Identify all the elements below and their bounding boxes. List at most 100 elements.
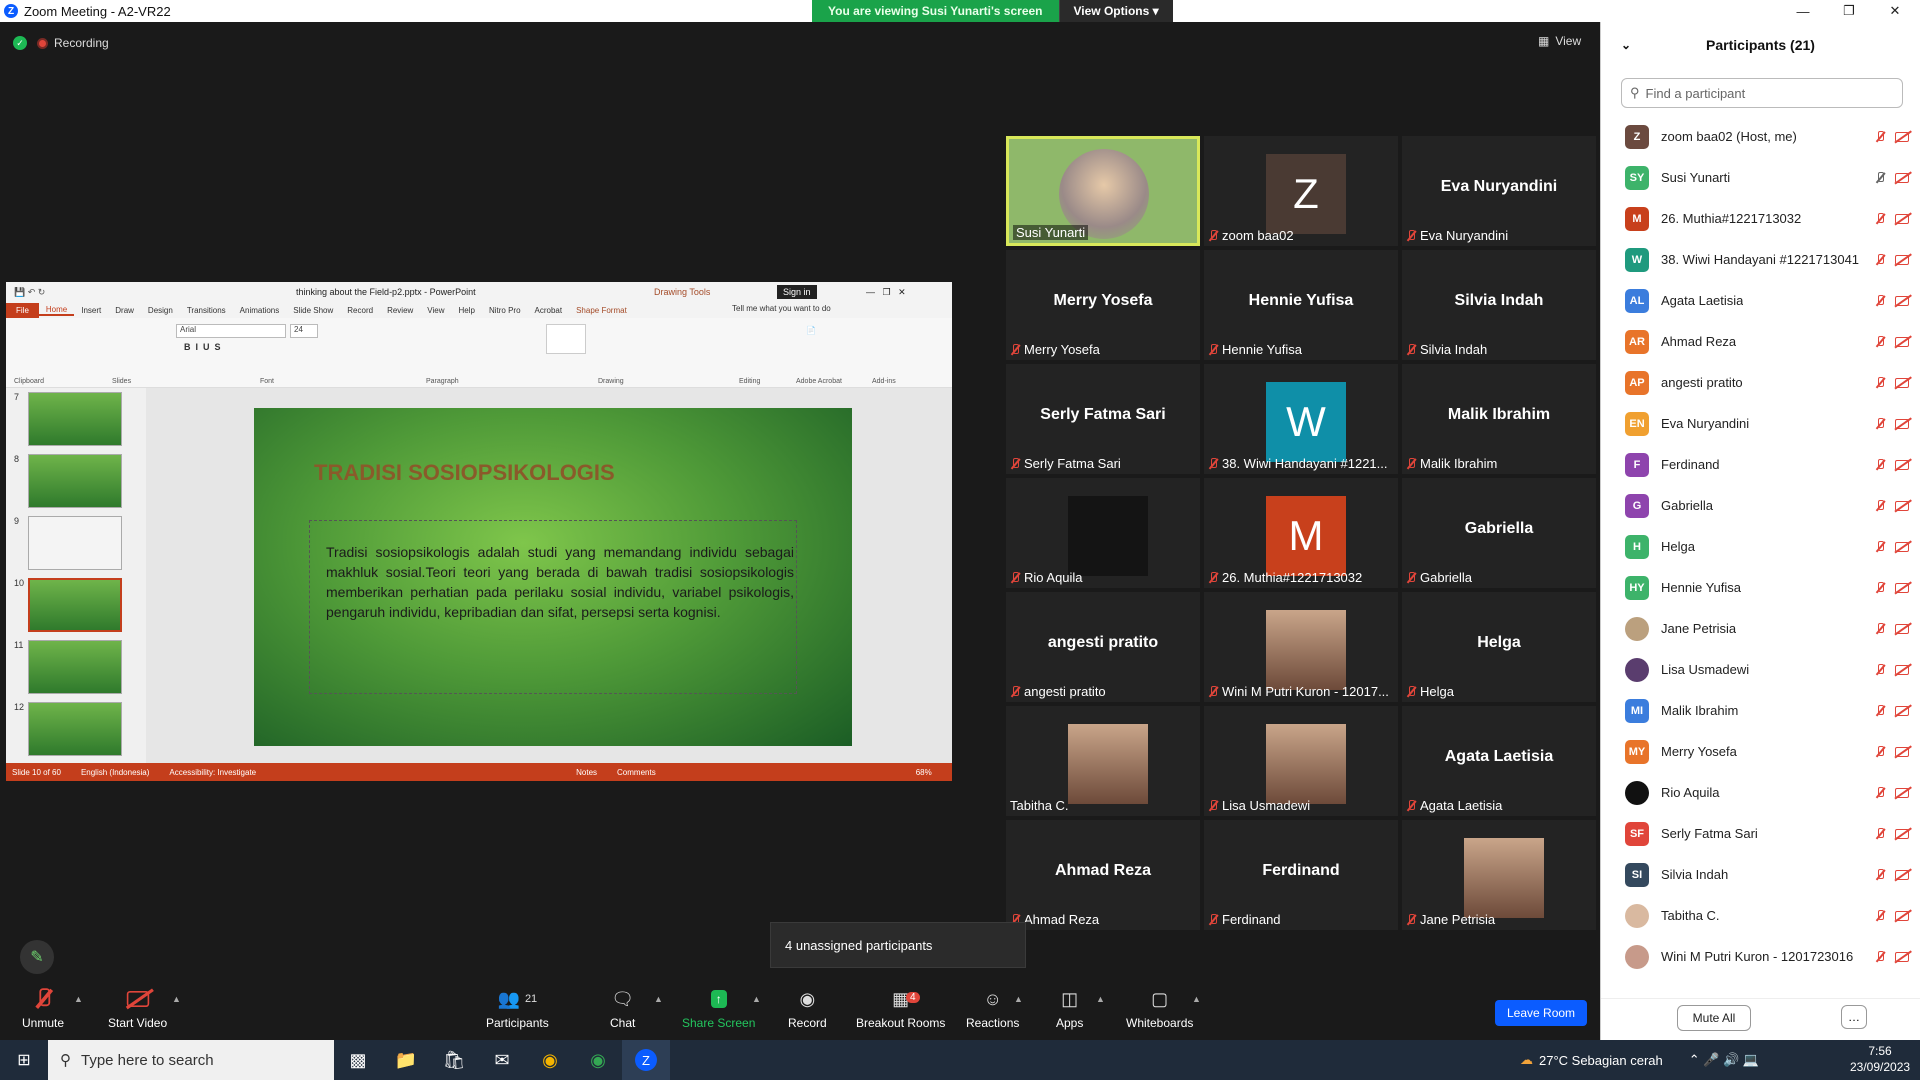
participant-video-tile[interactable]: Jane Petrisia — [1402, 820, 1596, 930]
participant-status-icons — [1875, 499, 1909, 512]
weather-widget[interactable]: ☁ 27°C Sebagian cerah ⌃ 🎤 🔊 💻 — [1520, 1040, 1759, 1080]
participant-row[interactable]: SF Serly Fatma Sari — [1601, 813, 1920, 854]
participant-row[interactable]: G Gabriella — [1601, 485, 1920, 526]
mute-all-button[interactable]: Mute All — [1677, 1005, 1751, 1031]
chevron-up-icon[interactable]: ▲ — [1096, 994, 1105, 1004]
chat-button[interactable]: 🗨 Chat — [610, 986, 635, 1031]
participant-row[interactable]: SY Susi Yunarti — [1601, 157, 1920, 198]
participant-video-tile[interactable]: Hennie Yufisa Hennie Yufisa — [1204, 250, 1398, 360]
unmute-button[interactable]: Unmute — [22, 986, 64, 1030]
font-size-box: 24 — [290, 324, 318, 338]
recording-dot-icon — [37, 37, 48, 49]
more-options-button[interactable]: … — [1841, 1005, 1867, 1029]
participant-video-tile[interactable]: Ahmad Reza Ahmad Reza — [1006, 820, 1200, 930]
participant-row[interactable]: HY Hennie Yufisa — [1601, 567, 1920, 608]
participant-video-tile[interactable]: W 38. Wiwi Handayani #1221... — [1204, 364, 1398, 474]
participant-video-tile[interactable]: angesti pratito angesti pratito — [1006, 592, 1200, 702]
participant-video-tile[interactable]: Silvia Indah Silvia Indah — [1402, 250, 1596, 360]
microphone-muted-icon — [1208, 343, 1218, 356]
minimize-icon[interactable]: — — [1780, 0, 1826, 22]
participant-row[interactable]: MI Malik Ibrahim — [1601, 690, 1920, 731]
shared-screen[interactable]: 💾 ↶ ↻ thinking about the Field-p2.pptx -… — [6, 282, 952, 781]
microphone-muted-icon — [1208, 799, 1218, 812]
participant-video-tile[interactable]: Gabriella Gabriella — [1402, 478, 1596, 588]
tile-name-label: Jane Petrisia — [1420, 912, 1496, 927]
smiley-icon: ☺ — [983, 988, 1002, 1009]
close-icon[interactable]: ✕ — [1872, 0, 1918, 22]
participant-row[interactable]: W 38. Wiwi Handayani #1221713041 — [1601, 239, 1920, 280]
participant-row[interactable]: MY Merry Yosefa — [1601, 731, 1920, 772]
participant-video-tile[interactable]: Rio Aquila — [1006, 478, 1200, 588]
windows-start-icon[interactable]: ⊞ — [0, 1040, 48, 1080]
participant-video-tile[interactable]: Eva Nuryandini Eva Nuryandini — [1402, 136, 1596, 246]
file-explorer-icon[interactable]: 📁 — [382, 1040, 430, 1080]
participant-row[interactable]: Jane Petrisia — [1601, 608, 1920, 649]
participant-row[interactable]: F Ferdinand — [1601, 444, 1920, 485]
participant-video-tile[interactable]: Ferdinand Ferdinand — [1204, 820, 1398, 930]
camera-off-icon — [1895, 951, 1909, 962]
store-icon[interactable]: 🛍 — [430, 1040, 478, 1080]
whiteboards-button[interactable]: ▢ Whiteboards — [1126, 986, 1193, 1031]
view-button[interactable]: ▦ View — [1538, 34, 1581, 48]
taskbar-search-input[interactable]: ⚲ Type here to search — [48, 1040, 334, 1080]
start-video-button[interactable]: Start Video — [108, 986, 167, 1030]
mail-icon[interactable]: ✉ — [478, 1040, 526, 1080]
participant-row[interactable]: SI Silvia Indah — [1601, 854, 1920, 895]
participant-row[interactable]: Wini M Putri Kuron - 1201723016 — [1601, 936, 1920, 977]
microphone-muted-icon — [1208, 229, 1218, 242]
participant-video-tile[interactable]: Agata Laetisia Agata Laetisia — [1402, 706, 1596, 816]
participant-row[interactable]: AL Agata Laetisia — [1601, 280, 1920, 321]
participant-video-tile[interactable]: Malik Ibrahim Malik Ibrahim — [1402, 364, 1596, 474]
participant-row[interactable]: Lisa Usmadewi — [1601, 649, 1920, 690]
participant-row[interactable]: EN Eva Nuryandini — [1601, 403, 1920, 444]
zoom-app-icon[interactable]: Z — [622, 1040, 670, 1080]
group-label: Add-ins — [872, 378, 896, 385]
participant-row[interactable]: Tabitha C. — [1601, 895, 1920, 936]
chevron-up-icon[interactable]: ▲ — [752, 994, 761, 1004]
participant-video-tile[interactable]: Merry Yosefa Merry Yosefa — [1006, 250, 1200, 360]
participant-row[interactable]: Rio Aquila — [1601, 772, 1920, 813]
reactions-button[interactable]: ☺ Reactions — [966, 986, 1019, 1031]
share-screen-button[interactable]: ↑ Share Screen — [682, 986, 755, 1030]
participant-video-tile[interactable]: Susi Yunarti — [1006, 136, 1200, 246]
annotate-pencil-icon[interactable]: ✎ — [20, 940, 54, 974]
ppt-workspace: 7 8 9 10 11 12 TRADISI SOSIOPSIKOLOGIS Tradis… — [6, 388, 952, 763]
maximize-icon[interactable]: ❐ — [1826, 0, 1872, 22]
shield-icon[interactable]: ✓ — [13, 36, 27, 50]
chevron-up-icon[interactable]: ▲ — [1192, 994, 1201, 1004]
participant-row[interactable]: H Helga — [1601, 526, 1920, 567]
participant-row[interactable]: M 26. Muthia#1221713032 — [1601, 198, 1920, 239]
participants-button[interactable]: 👥 21 Participants — [486, 986, 549, 1031]
unassigned-participants-popup[interactable]: 4 unassigned participants — [770, 922, 1026, 968]
participant-video-tile[interactable]: Lisa Usmadewi — [1204, 706, 1398, 816]
participant-search-input[interactable]: ⚲ Find a participant — [1621, 78, 1903, 108]
task-view-icon[interactable]: ▩ — [334, 1040, 382, 1080]
chevron-up-icon[interactable]: ▲ — [1014, 994, 1023, 1004]
record-button[interactable]: ◉ Record — [788, 986, 827, 1031]
chevron-up-icon[interactable]: ▲ — [74, 994, 83, 1004]
apps-button[interactable]: ◫ Apps — [1056, 986, 1083, 1031]
chevron-up-icon[interactable]: ▲ — [654, 994, 663, 1004]
participant-row[interactable]: AP angesti pratito — [1601, 362, 1920, 403]
participant-video-tile[interactable]: Serly Fatma Sari Serly Fatma Sari — [1006, 364, 1200, 474]
participant-row[interactable]: Zzoom baa02 (Host, me) — [1601, 116, 1920, 157]
participant-video-tile[interactable]: Zzoom baa02 — [1204, 136, 1398, 246]
participant-video-tile[interactable]: Tabitha C. — [1006, 706, 1200, 816]
chrome-profile-icon[interactable]: ◉ — [574, 1040, 622, 1080]
tile-name-label: Silvia Indah — [1420, 342, 1488, 357]
chrome-icon[interactable]: ◉ — [526, 1040, 574, 1080]
participant-video-tile[interactable]: M 26. Muthia#1221713032 — [1204, 478, 1398, 588]
participant-video-tile[interactable]: Helga Helga — [1402, 592, 1596, 702]
tile-name-label: Ferdinand — [1222, 912, 1281, 927]
chevron-up-icon[interactable]: ▲ — [172, 994, 181, 1004]
breakout-rooms-button[interactable]: ▦ Breakout Rooms — [856, 986, 945, 1031]
participant-row[interactable]: AR Ahmad Reza — [1601, 321, 1920, 362]
leave-room-button[interactable]: Leave Room — [1495, 1000, 1588, 1026]
collapse-chevron-icon[interactable]: ⌄ — [1621, 38, 1631, 52]
ribbon-tab: Insert — [81, 305, 102, 315]
participant-status-icons — [1875, 909, 1909, 922]
system-tray-icon[interactable]: ⌃ 🎤 🔊 💻 — [1689, 1052, 1759, 1068]
taskbar-clock[interactable]: 7:56 23/09/2023 — [1850, 1043, 1910, 1075]
participant-video-tile[interactable]: Wini M Putri Kuron - 12017... — [1204, 592, 1398, 702]
view-options-button[interactable]: View Options ▾ — [1058, 0, 1173, 22]
